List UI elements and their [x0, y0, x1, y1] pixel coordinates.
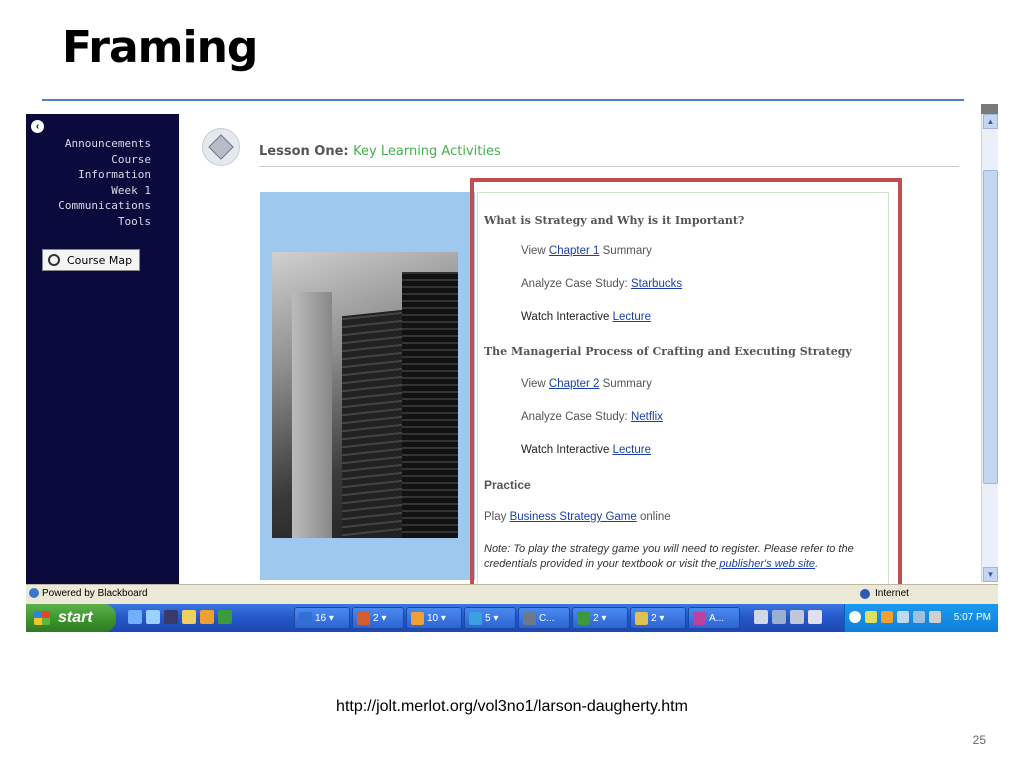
lecture-link-1[interactable]: Lecture	[613, 311, 651, 323]
lesson-divider	[259, 166, 959, 167]
browser-screenshot: ‹ Announcements Course Information Week …	[26, 104, 998, 632]
access-icon	[693, 612, 706, 625]
sidebar-nav: Announcements Course Information Week 1 …	[58, 136, 151, 229]
taskbar-button-chat[interactable]: C...	[518, 607, 570, 629]
volume-tray-icon[interactable]	[913, 611, 925, 623]
taskbar-button-folders[interactable]: 10 ▾	[406, 607, 462, 629]
tool-icon[interactable]	[754, 610, 768, 624]
netflix-link[interactable]: Netflix	[631, 411, 663, 423]
taskbar-button-word[interactable]: 16 ▾	[294, 607, 350, 629]
list-item: Watch Interactive Lecture	[521, 311, 651, 323]
lesson-title-accent: Key Learning Activities	[353, 144, 501, 159]
help-icon[interactable]	[808, 610, 822, 624]
source-url-caption[interactable]: http://jolt.merlot.org/vol3no1/larson-da…	[0, 698, 1024, 716]
section-heading: The Managerial Process of Crafting and E…	[484, 345, 852, 358]
network-tray-icon[interactable]	[897, 611, 909, 623]
sidebar-item-course[interactable]: Course	[58, 152, 151, 168]
excel-icon	[577, 612, 590, 625]
app-quicklaunch-icon[interactable]	[200, 610, 214, 624]
lesson-title: Lesson One: Key Learning Activities	[259, 144, 501, 159]
title-underline	[42, 99, 964, 101]
scroll-thumb[interactable]	[983, 170, 998, 484]
update-tray-icon[interactable]	[881, 611, 893, 623]
photo-panel	[260, 192, 475, 580]
business-strategy-game-link[interactable]: Business Strategy Game	[510, 511, 637, 523]
sidebar-item-week-1[interactable]: Week 1	[58, 183, 151, 199]
section-heading: What is Strategy and Why is it Important…	[484, 214, 745, 227]
course-map-icon	[48, 254, 60, 266]
taskbar-button-excel[interactable]: 2 ▾	[572, 607, 628, 629]
registration-note: Note: To play the strategy game you will…	[484, 543, 854, 570]
security-tray-icon[interactable]	[865, 611, 877, 623]
scroll-up-icon[interactable]: ▲	[983, 114, 998, 129]
slide-title: Framing	[62, 22, 258, 73]
chat-icon	[523, 612, 536, 625]
lecture-link-2[interactable]: Lecture	[613, 444, 651, 456]
course-map-button[interactable]: Course Map	[42, 249, 140, 271]
clock[interactable]: 5:07 PM	[954, 604, 991, 632]
start-button[interactable]: start	[26, 604, 116, 632]
status-text: Powered by Blackboard	[42, 588, 148, 599]
sidebar-item-communications[interactable]: Communications	[58, 198, 151, 214]
browser-status-bar: Powered by Blackboard Internet	[26, 584, 998, 604]
practice-heading: Practice	[484, 478, 531, 492]
starbucks-link[interactable]: Starbucks	[631, 278, 682, 290]
ie-quicklaunch-icon[interactable]	[128, 610, 142, 624]
scroll-down-icon[interactable]: ▼	[983, 567, 998, 582]
activity-panel: What is Strategy and Why is it Important…	[477, 192, 889, 586]
ie-icon	[469, 612, 482, 625]
building-photo	[272, 252, 458, 538]
back-arrow-icon[interactable]: ‹	[31, 120, 44, 133]
tray-expand-icon[interactable]	[849, 611, 861, 623]
excel-quicklaunch-icon[interactable]	[218, 610, 232, 624]
folder-icon	[635, 612, 648, 625]
monitor-tray-icon[interactable]	[929, 611, 941, 623]
taskbar-button-explorer[interactable]: 2 ▾	[630, 607, 686, 629]
taskbar-button-powerpoint[interactable]: 2 ▾	[352, 607, 404, 629]
chapter-1-link[interactable]: Chapter 1	[549, 245, 600, 257]
word-icon	[299, 612, 312, 625]
course-sidebar: ‹ Announcements Course Information Week …	[26, 114, 179, 588]
page-icon	[29, 588, 39, 598]
publisher-web-site-link[interactable]: publisher's web site	[716, 558, 815, 570]
ie2-quicklaunch-icon[interactable]	[146, 610, 160, 624]
start-label: start	[58, 609, 93, 626]
zone-text: Internet	[875, 588, 909, 599]
media-quicklaunch-icon[interactable]	[164, 610, 178, 624]
folder-quicklaunch-icon[interactable]	[182, 610, 196, 624]
system-tray: 5:07 PM	[844, 604, 998, 632]
powerpoint-icon	[357, 612, 370, 625]
scroll-cap	[981, 104, 998, 114]
vertical-scrollbar[interactable]: ▲ ▼	[981, 114, 998, 582]
chapter-2-link[interactable]: Chapter 2	[549, 378, 600, 390]
globe-icon	[860, 589, 870, 599]
sidebar-item-information[interactable]: Information	[58, 167, 151, 183]
taskbar-button-access[interactable]: A...	[688, 607, 740, 629]
list-item: Analyze Case Study: Netflix	[521, 411, 663, 423]
practice-item: Play Business Strategy Game online	[484, 511, 671, 523]
slide-number: 25	[972, 733, 986, 747]
course-map-label: Course Map	[67, 254, 133, 267]
sidebar-item-announcements[interactable]: Announcements	[58, 136, 151, 152]
taskbar-button-ie[interactable]: 5 ▾	[464, 607, 516, 629]
pen-icon[interactable]	[790, 610, 804, 624]
app-icon	[411, 612, 424, 625]
sidebar-item-tools[interactable]: Tools	[58, 214, 151, 230]
network-icon[interactable]	[772, 610, 786, 624]
lesson-icon	[202, 128, 240, 166]
list-item: View Chapter 2 Summary	[521, 378, 652, 390]
list-item: View Chapter 1 Summary	[521, 245, 652, 257]
list-item: Watch Interactive Lecture	[521, 444, 651, 456]
lesson-title-prefix: Lesson One:	[259, 144, 349, 159]
windows-taskbar: start 16 ▾ 2 ▾ 10 ▾ 5 ▾ C... 2 ▾ 2 ▾ A..…	[26, 604, 998, 632]
windows-flag-icon	[34, 611, 50, 625]
list-item: Analyze Case Study: Starbucks	[521, 278, 683, 290]
